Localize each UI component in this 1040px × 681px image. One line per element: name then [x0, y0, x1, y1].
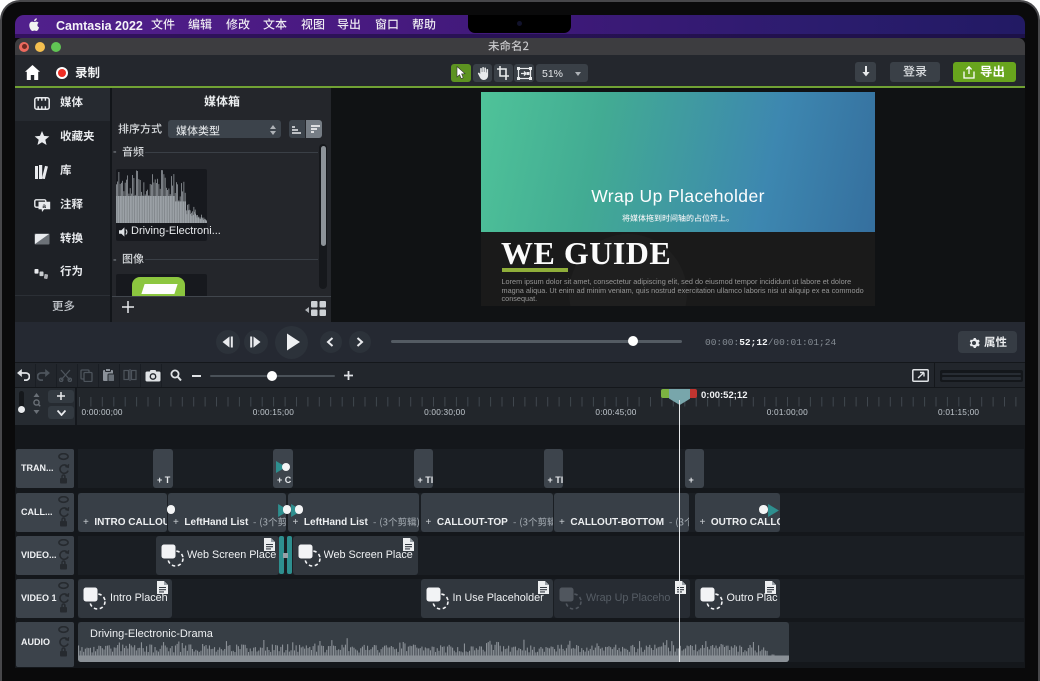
svg-text:a: a [42, 203, 46, 210]
